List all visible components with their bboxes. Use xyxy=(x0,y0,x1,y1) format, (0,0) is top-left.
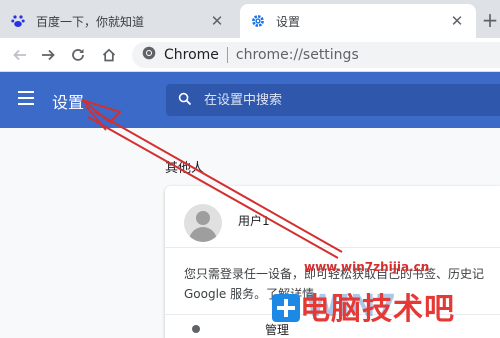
tab-strip: 百度一下，你就知道 ✕ 设置 ✕ + xyxy=(0,0,500,38)
baidu-paw-icon xyxy=(10,13,26,29)
profile-row[interactable]: 用户1 xyxy=(165,186,500,248)
settings-gear-icon xyxy=(250,13,266,29)
tab-baidu[interactable]: 百度一下，你就知道 ✕ xyxy=(0,4,236,38)
close-icon[interactable]: ✕ xyxy=(446,10,468,32)
forward-arrow-icon[interactable] xyxy=(36,43,60,67)
tab-title: 设置 xyxy=(276,14,301,29)
new-tab-button[interactable]: + xyxy=(480,8,500,32)
search-icon xyxy=(178,91,192,110)
omnibox-separator xyxy=(226,47,228,63)
address-bar[interactable]: Chrome chrome://settings xyxy=(132,42,500,68)
settings-search[interactable] xyxy=(166,84,500,116)
search-input[interactable] xyxy=(204,92,484,108)
chrome-logo-icon xyxy=(142,46,156,64)
person-icon xyxy=(192,325,200,333)
home-icon[interactable] xyxy=(97,43,121,67)
back-arrow-icon[interactable] xyxy=(8,43,32,67)
avatar xyxy=(184,204,222,242)
toolbar: Chrome chrome://settings xyxy=(0,38,500,72)
close-icon[interactable]: ✕ xyxy=(206,10,228,32)
profile-name: 用户1 xyxy=(238,214,270,228)
page-title: 设置 xyxy=(52,93,85,112)
watermark-url: www.win7zhijia.cn xyxy=(304,260,430,274)
omnibox-url: chrome://settings xyxy=(235,47,359,63)
omnibox-chrome-label: Chrome xyxy=(164,47,219,63)
tab-title: 百度一下，你就知道 xyxy=(36,14,145,29)
settings-header: 设置 xyxy=(0,72,500,128)
tab-settings[interactable]: 设置 ✕ xyxy=(240,4,476,38)
watermark-brand: 电脑技术吧 xyxy=(300,292,455,327)
section-title: 其他人 xyxy=(165,161,205,176)
reload-icon[interactable] xyxy=(66,43,90,67)
menu-icon[interactable] xyxy=(18,91,36,109)
